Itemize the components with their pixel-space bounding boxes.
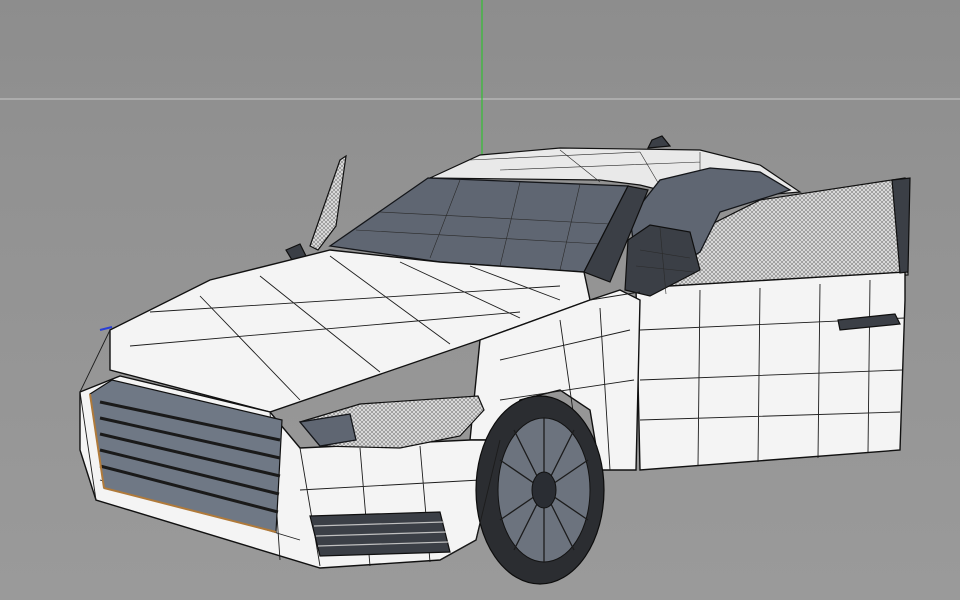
wheel-hub xyxy=(531,471,557,509)
front-door-window xyxy=(309,154,347,251)
car-model[interactable] xyxy=(79,135,911,585)
front-wheel[interactable] xyxy=(475,395,605,585)
3d-viewport[interactable] xyxy=(0,0,960,600)
viewport-canvas[interactable] xyxy=(0,0,960,600)
antenna xyxy=(646,135,672,149)
